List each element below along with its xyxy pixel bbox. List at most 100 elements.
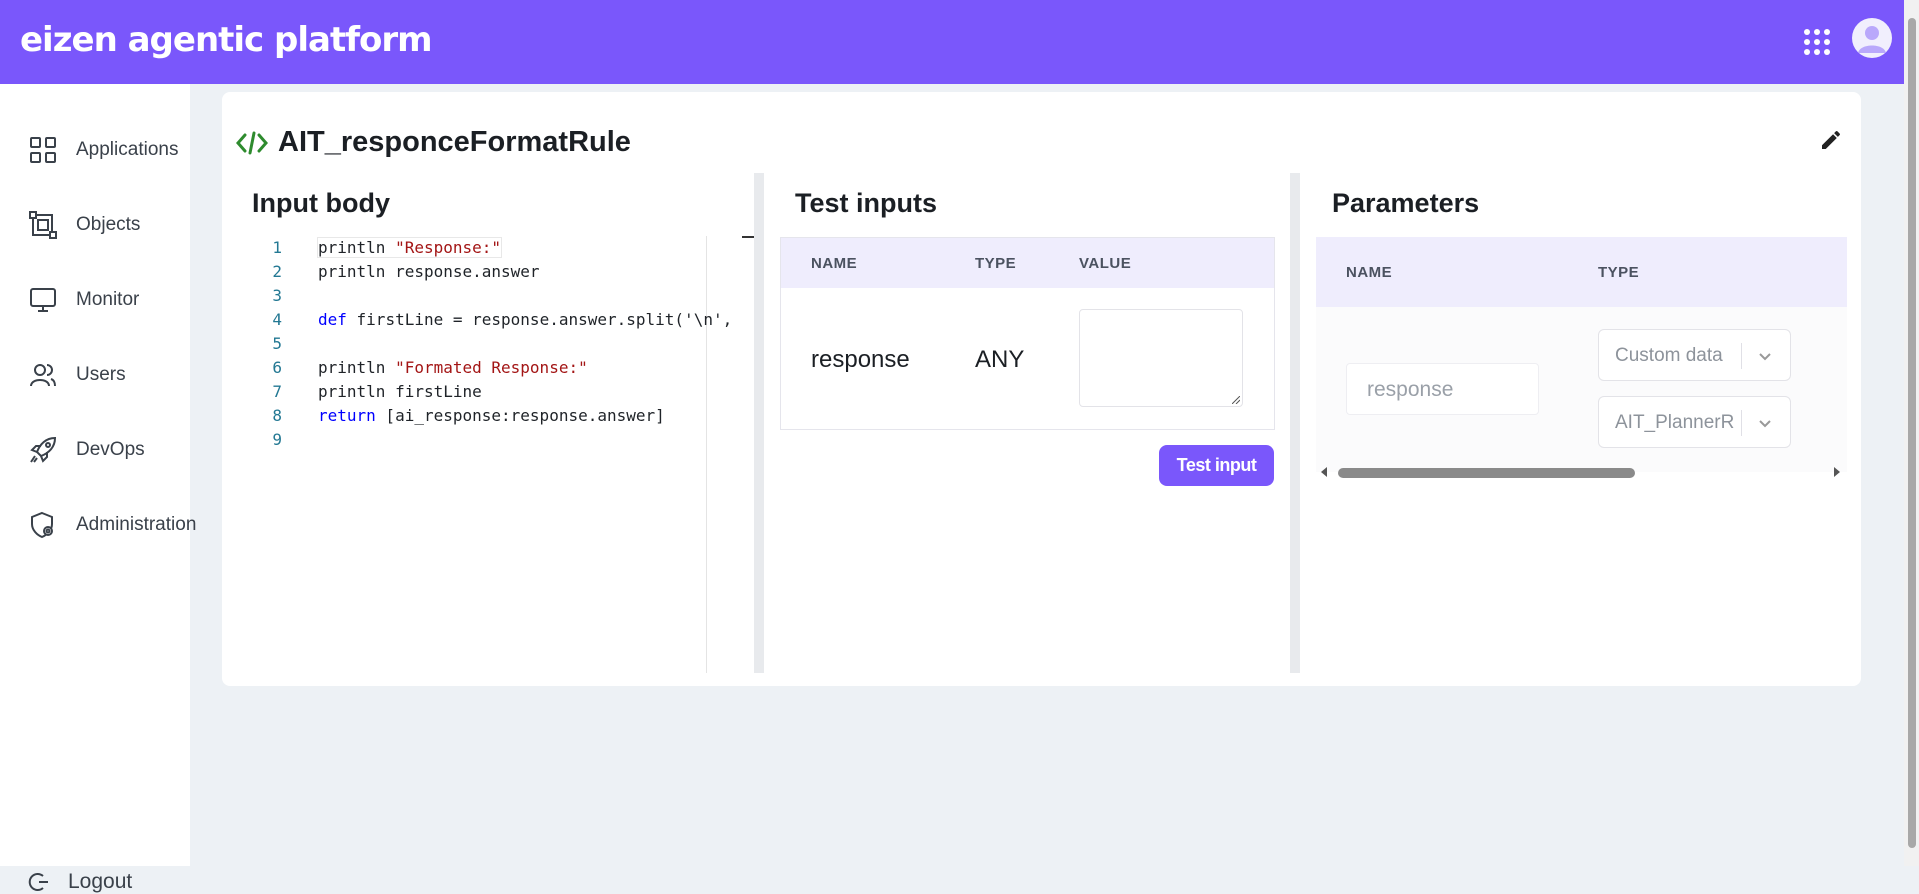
sidebar: Applications Objects Monitor Users DevOp… [0,84,196,893]
code-text: println response.answer [318,262,540,281]
sidebar-item-label: DevOps [76,439,145,460]
column-header-type: TYPE [1598,264,1640,281]
line-number: 7 [272,382,282,401]
select-separator [1741,410,1742,436]
code-icon [236,131,268,154]
page-scrollbar[interactable] [1904,0,1919,866]
rule-editor-card: AIT_responceFormatRule Input body 1 print… [222,92,1861,686]
line-number: 9 [272,430,282,449]
line-number: 3 [272,286,282,305]
code-token: "Formated Response:" [395,358,588,377]
sidebar-item-applications[interactable]: Applications [28,130,178,170]
user-avatar[interactable] [1852,18,1892,58]
code-line[interactable]: 2 println response.answer [242,260,540,284]
sidebar-item-label: Objects [76,214,141,235]
code-line[interactable]: 6 println "Formated Response:" [242,356,588,380]
line-number: 2 [272,262,282,281]
code-token: println response.answer [318,262,540,281]
parameter-subtype-value: AIT_PlannerR [1615,412,1735,433]
editor-ruler [706,236,707,673]
logout-label: Logout [68,870,133,893]
sidebar-item-monitor[interactable]: Monitor [28,280,139,320]
apps-grid-icon[interactable] [1803,28,1831,56]
scroll-left-icon[interactable] [1318,463,1330,481]
code-text: return [ai_response:response.answer] [318,406,665,425]
input-body-title: Input body [252,188,390,218]
sidebar-item-objects[interactable]: Objects [28,205,140,245]
code-line[interactable]: 8 return [ai_response:response.answer] [242,404,665,428]
grid-icon [30,137,56,163]
sidebar-item-label: Users [76,364,126,385]
page-title: AIT_responceFormatRule [278,126,631,158]
resize-handle-icon[interactable] [1232,396,1240,404]
logout-icon [28,873,48,891]
shield-gear-icon [31,511,53,539]
sidebar-item-label: Administration [76,514,197,535]
table-header: NAME TYPE [1316,237,1847,307]
test-input-value-field[interactable] [1079,309,1243,407]
line-number: 1 [272,238,282,257]
code-token: [ai_response:response.answer] [375,406,665,425]
code-line[interactable]: 9 [242,428,318,452]
code-token: println [318,238,396,257]
parameter-type-select[interactable]: Custom data [1598,329,1791,381]
test-inputs-table: NAME TYPE VALUE response ANY [780,237,1275,430]
sidebar-item-devops[interactable]: DevOps [28,430,145,470]
code-editor[interactable]: 1 println "Response:" 2 println response.an… [242,236,757,673]
scrollbar-thumb[interactable] [1338,468,1635,478]
horizontal-scrollbar[interactable] [1316,463,1847,481]
code-line[interactable]: 1 println "Response:" [242,236,503,260]
sidebar-item-users[interactable]: Users [28,355,126,395]
objects-icon [29,211,57,239]
scroll-right-icon[interactable] [1831,463,1843,481]
parameters-title: Parameters [1332,188,1480,218]
line-number: 6 [272,358,282,377]
code-text: def firstLine = response.answer.split('\… [318,310,732,329]
monitor-icon [30,288,56,312]
code-line[interactable]: 3 [242,284,318,308]
parameter-type-value: Custom data [1615,345,1723,366]
sidebar-item-administration[interactable]: Administration [28,505,196,545]
line-number: 8 [272,406,282,425]
test-input-button[interactable]: Test input [1159,445,1274,486]
code-token: "Response:" [395,238,502,257]
parameters-table: NAME TYPE response Custom data AIT_Plann… [1316,237,1847,485]
edit-pencil-icon[interactable] [1819,128,1843,152]
test-input-type: ANY [975,346,1025,373]
parameter-name: response [1367,378,1454,401]
test-inputs-title: Test inputs [795,188,938,218]
code-line[interactable]: 7 println firstLine [242,380,482,404]
users-icon [30,364,56,387]
code-text: println "Response:" [316,237,503,258]
top-bar: eizen agentic platform [0,0,1919,84]
line-number: 4 [272,310,282,329]
parameter-name-field[interactable]: response [1346,363,1539,415]
code-token: println firstLine [318,382,482,401]
sidebar-item-label: Monitor [76,289,140,310]
column-header-name: NAME [811,255,858,272]
scrollbar-thumb[interactable] [1908,18,1916,848]
test-input-name: response [811,346,910,373]
parameter-subtype-select[interactable]: AIT_PlannerR [1598,396,1791,448]
sidebar-item-label: Applications [76,139,179,160]
code-line[interactable]: 5 [242,332,318,356]
brand-logo[interactable]: eizen agentic platform [20,20,433,60]
panel-divider[interactable] [754,173,764,673]
logout-button[interactable]: Logout [28,870,132,894]
code-token: println [318,358,396,377]
code-line[interactable]: 4 def firstLine = response.answer.split('… [242,308,732,332]
chevron-down-icon [1759,353,1771,361]
select-separator [1741,343,1742,369]
panel-divider[interactable] [1290,173,1300,673]
column-header-value: VALUE [1079,255,1132,272]
code-token: firstLine = response.answer.split('\n', [346,310,733,329]
chevron-down-icon [1759,420,1771,428]
user-icon [1858,26,1886,53]
column-header-name: NAME [1346,264,1393,281]
rocket-icon [30,436,57,463]
page-header: AIT_responceFormatRule [236,126,631,159]
table-header: NAME TYPE VALUE [781,238,1274,288]
code-text: println firstLine [318,382,482,401]
code-text: println "Formated Response:" [318,358,588,377]
column-header-type: TYPE [975,255,1017,272]
